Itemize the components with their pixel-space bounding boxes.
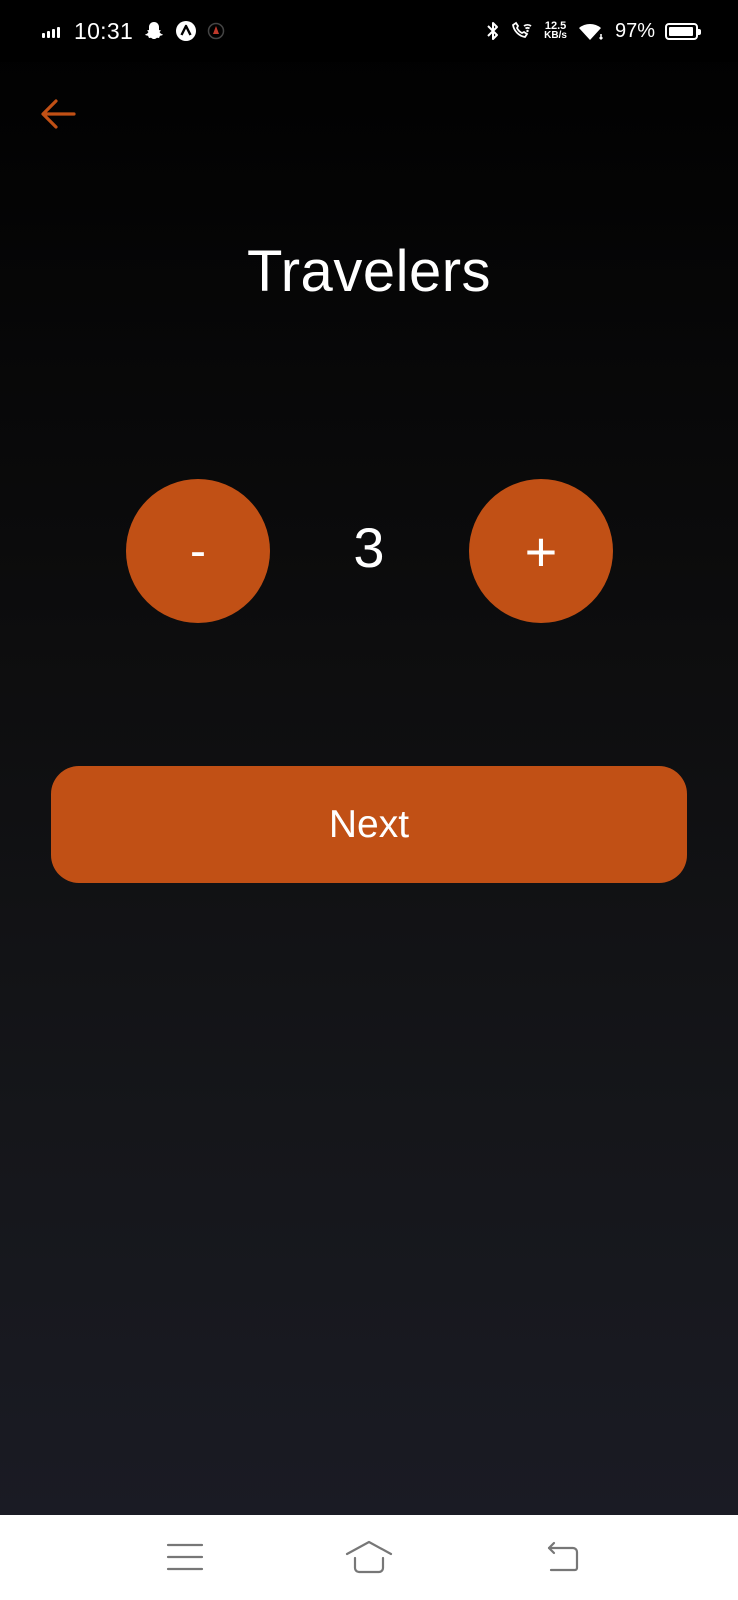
network-speed-unit: KB/s (544, 30, 567, 41)
increment-button[interactable]: + (469, 479, 613, 623)
status-bar: 10:31 12.5 KB/s 97% (0, 0, 738, 62)
page-title: Travelers (246, 239, 492, 304)
battery-level-fill (669, 26, 693, 36)
back-icon (547, 1541, 579, 1572)
home-icon (345, 1540, 393, 1574)
menu-icon (166, 1543, 204, 1571)
nav-home-button[interactable] (339, 1533, 399, 1581)
nav-menu-button[interactable] (155, 1533, 215, 1581)
back-button[interactable] (36, 92, 80, 136)
status-bar-right: 12.5 KB/s 97% (486, 14, 701, 48)
app-a-icon (175, 20, 197, 42)
battery-icon (665, 22, 701, 40)
notification-app-icon (207, 22, 225, 40)
arrow-left-icon (41, 99, 76, 129)
signal-icon (42, 24, 60, 38)
wifi-icon (577, 20, 605, 42)
status-time: 10:31 (74, 17, 134, 44)
battery-percent: 97% (614, 19, 655, 42)
nav-back-button[interactable] (533, 1533, 593, 1581)
snapchat-icon (143, 20, 165, 42)
wifi-call-icon (510, 20, 534, 42)
network-speed: 12.5 KB/s (544, 21, 567, 41)
system-nav-bar (0, 1515, 738, 1600)
decrement-button[interactable]: - (126, 479, 270, 623)
next-button[interactable]: Next (51, 766, 687, 883)
status-bar-left: 10:31 (42, 14, 225, 48)
bluetooth-icon (486, 20, 500, 42)
traveler-count: 3 (353, 516, 385, 579)
